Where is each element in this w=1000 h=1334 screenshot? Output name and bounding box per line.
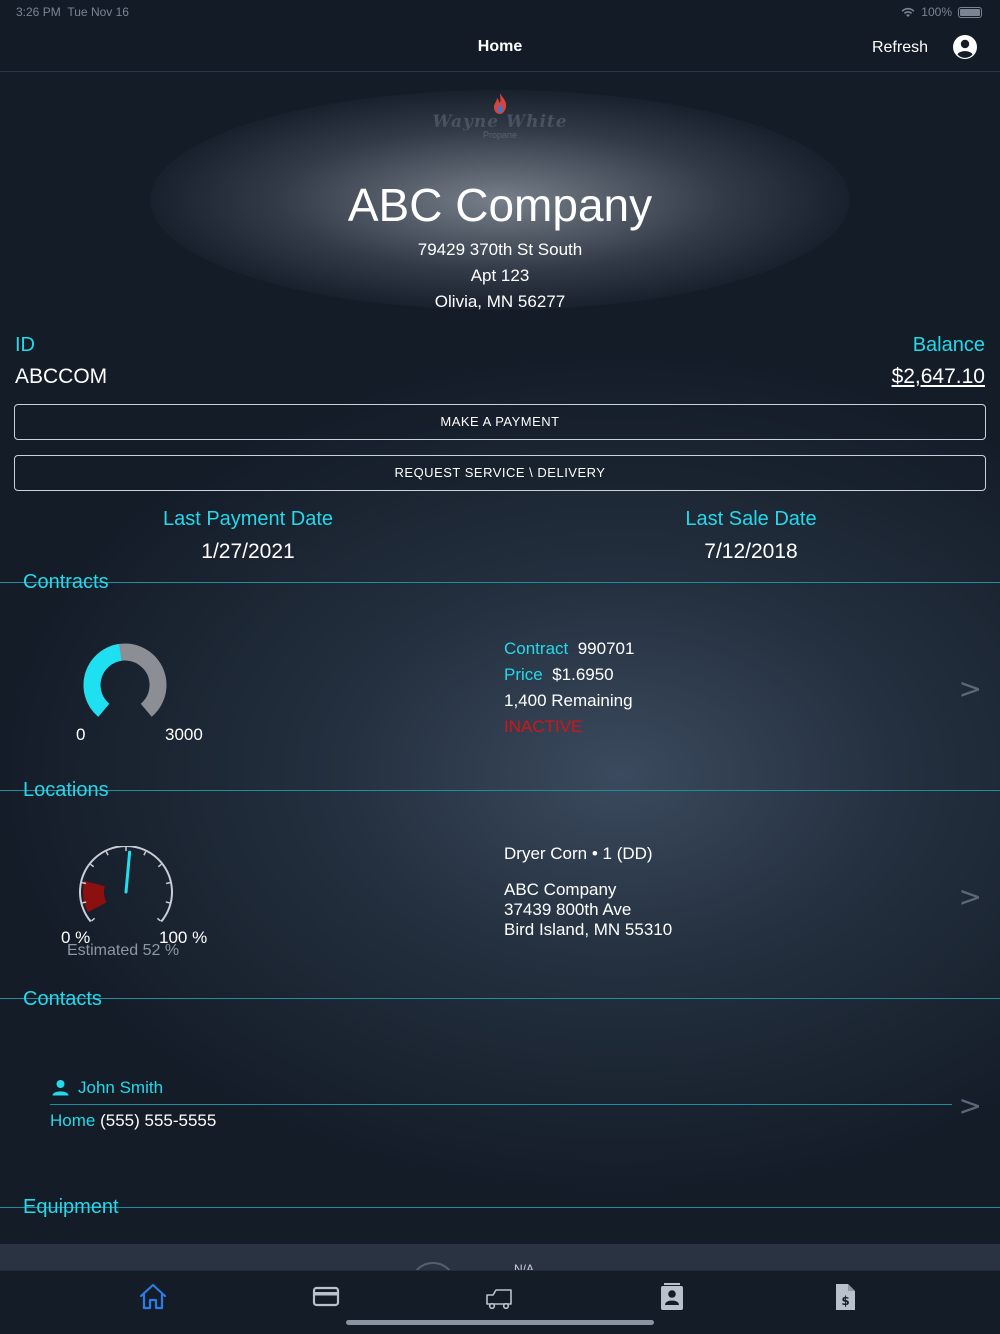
last-sale-date-label: Last Sale Date: [685, 508, 817, 530]
battery-percent: 100%: [921, 5, 952, 19]
status-right: 100%: [901, 5, 982, 19]
last-payment-date: 1/27/2021: [201, 540, 295, 563]
wifi-icon: [901, 7, 915, 17]
contract-gauge-min: 0: [76, 725, 86, 744]
contract-label: Contract: [504, 639, 569, 658]
contract-price: $1.6950: [552, 665, 614, 684]
equipment-value: N/A: [514, 1262, 535, 1270]
equipment-divider: [0, 1207, 1000, 1208]
price-label: Price: [504, 665, 543, 684]
contact-phone-line: Home (555) 555-5555: [50, 1111, 216, 1131]
address-line-2: Apt 123: [470, 266, 530, 285]
last-sale-date: 7/12/2018: [704, 540, 798, 563]
contract-number: 990701: [577, 639, 635, 658]
customer-id: ABCCOM: [15, 365, 108, 388]
last-payment-date-label: Last Payment Date: [162, 508, 334, 530]
contact-divider: [50, 1104, 952, 1105]
equipment-section-title: Equipment: [23, 1196, 119, 1218]
refresh-button[interactable]: Refresh: [872, 39, 928, 57]
address-line-3: Olivia, MN 56277: [434, 292, 566, 311]
gauge-tick: [90, 863, 95, 868]
address-line-1: 79429 370th St South: [417, 240, 583, 259]
location-city: Bird Island, MN 55310: [504, 920, 673, 939]
gauge-tick: [81, 881, 87, 885]
equipment-gauge: [410, 1262, 456, 1270]
contacts-section-title: Contacts: [23, 988, 102, 1010]
locations-divider: [0, 790, 1000, 791]
contacts-divider: [0, 998, 1000, 999]
gauge-tick: [165, 881, 171, 885]
contact-name: John Smith: [78, 1078, 164, 1097]
tank-level-gauge: [79, 846, 173, 923]
contract-number-line: Contract 990701: [504, 639, 634, 659]
svg-text:$: $: [841, 1294, 849, 1308]
phone-label: Home: [50, 1111, 96, 1130]
id-label: ID: [15, 334, 35, 356]
make-payment-button[interactable]: MAKE A PAYMENT: [14, 404, 986, 440]
status-time: 3:26 PM Tue Nov 16: [16, 5, 129, 19]
page-title: Home: [477, 38, 523, 55]
nav-bar: Home Refresh: [0, 24, 1000, 72]
locations-section-title: Locations: [23, 779, 109, 801]
equipment-row[interactable]: N/A: [0, 1244, 1000, 1270]
contracts-section-title: Contracts: [23, 571, 109, 593]
estimated-level: Estimated 52 %: [67, 942, 180, 959]
account-icon[interactable]: [952, 34, 978, 60]
balance-value[interactable]: $2,647.10: [892, 365, 985, 389]
contract-status-badge: INACTIVE: [504, 717, 583, 736]
status-bar: 3:26 PM Tue Nov 16 100%: [0, 0, 1000, 24]
company-name: ABC Company: [347, 179, 653, 231]
tank-description: Dryer Corn • 1 (DD): [504, 844, 653, 863]
contract-price-line: Price $1.6950: [504, 665, 614, 685]
gauge-tick: [91, 917, 96, 922]
balance-label: Balance: [912, 334, 985, 356]
location-name: ABC Company: [504, 880, 617, 899]
gauge-tick: [156, 917, 161, 922]
gauge-tick: [105, 851, 109, 856]
contact-book-icon[interactable]: [656, 1281, 688, 1313]
contract-chevron-icon[interactable]: >: [959, 672, 982, 705]
home-indicator: [346, 1320, 654, 1325]
contract-gauge-max: 3000: [165, 725, 203, 744]
company-logo: Wayne White Propane: [420, 92, 580, 152]
credit-card-icon[interactable]: [310, 1281, 342, 1313]
request-service-button[interactable]: REQUEST SERVICE \ DELIVERY: [14, 455, 986, 491]
contracts-divider: [0, 582, 1000, 583]
gauge-tick: [143, 851, 147, 856]
location-street: 37439 800th Ave: [504, 900, 632, 919]
gauge-tick: [165, 901, 170, 904]
flame-icon: [494, 93, 507, 114]
contract-gauge: [83, 643, 167, 717]
contact-chevron-icon[interactable]: >: [959, 1089, 982, 1122]
contact-phone: (555) 555-5555: [100, 1111, 217, 1130]
gauge-tick: [82, 901, 87, 904]
contract-remaining: 1,400 Remaining: [504, 691, 633, 710]
home-icon[interactable]: [137, 1281, 169, 1313]
invoice-dollar-icon[interactable]: $: [829, 1281, 861, 1313]
person-icon: [52, 1080, 69, 1096]
location-chevron-icon[interactable]: >: [959, 880, 982, 913]
gauge-tick: [157, 863, 162, 868]
delivery-truck-icon[interactable]: [483, 1281, 515, 1313]
battery-icon: [958, 6, 982, 18]
